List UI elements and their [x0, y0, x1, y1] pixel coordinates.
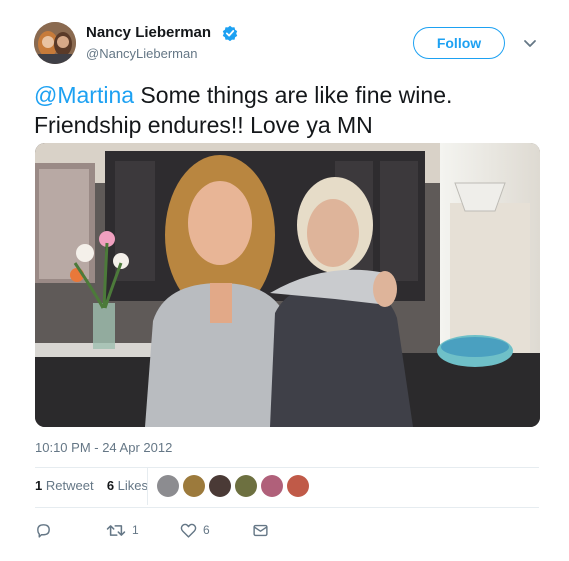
retweet-count: 1 [35, 478, 43, 493]
liker-avatar[interactable] [235, 475, 257, 497]
liker-avatar[interactable] [183, 475, 205, 497]
display-name[interactable]: Nancy Lieberman [86, 24, 211, 42]
tweet-photo[interactable] [35, 143, 540, 427]
reply-button[interactable] [35, 520, 52, 540]
retweet-action-count: 1 [132, 523, 139, 537]
envelope-icon [253, 525, 268, 537]
retweet-icon [106, 525, 126, 537]
avatar-image [34, 22, 76, 64]
like-action-count: 6 [203, 523, 210, 537]
reply-icon [37, 524, 50, 538]
tweet-text-line-1-rest: Some things are like fine wine. [134, 82, 453, 108]
stats-separator [147, 468, 148, 505]
tweet-text: @Martina Some things are like fine wine.… [34, 80, 514, 140]
heart-icon [180, 524, 197, 538]
liker-avatar[interactable] [287, 475, 309, 497]
chevron-down-icon[interactable] [522, 38, 538, 50]
mention-link[interactable]: @Martina [34, 82, 134, 108]
likes-stat-label: Likes [117, 478, 149, 493]
verified-badge-icon [222, 25, 238, 41]
divider-bottom [35, 507, 539, 508]
likes-count: 6 [106, 478, 115, 493]
tweet-timestamp[interactable]: 10:10 PM - 24 Apr 2012 [35, 440, 172, 456]
liker-avatar[interactable] [157, 475, 179, 497]
photo-two-women-in-kitchen [35, 143, 540, 427]
liker-avatar[interactable] [209, 475, 231, 497]
follow-button[interactable]: Follow [413, 27, 505, 59]
retweet-stat[interactable]: 1 Retweet [35, 478, 94, 493]
tweet-text-line-2: Friendship endures!! Love ya MN [34, 112, 373, 138]
avatar[interactable] [34, 22, 76, 64]
direct-message-button[interactable] [252, 520, 269, 540]
retweet-button[interactable]: 1 [106, 520, 139, 540]
like-button[interactable]: 6 [180, 520, 210, 540]
tweet-text-line-1: @Martina Some things are like fine wine. [34, 80, 514, 110]
likes-stat[interactable]: 6 Likes [107, 478, 148, 493]
liker-avatar[interactable] [261, 475, 283, 497]
user-handle[interactable]: @NancyLieberman [86, 46, 197, 62]
retweet-stat-label: Retweet [45, 478, 94, 493]
divider-top [35, 467, 539, 468]
engagement-stats: 1 Retweet 6 Likes [35, 478, 148, 494]
